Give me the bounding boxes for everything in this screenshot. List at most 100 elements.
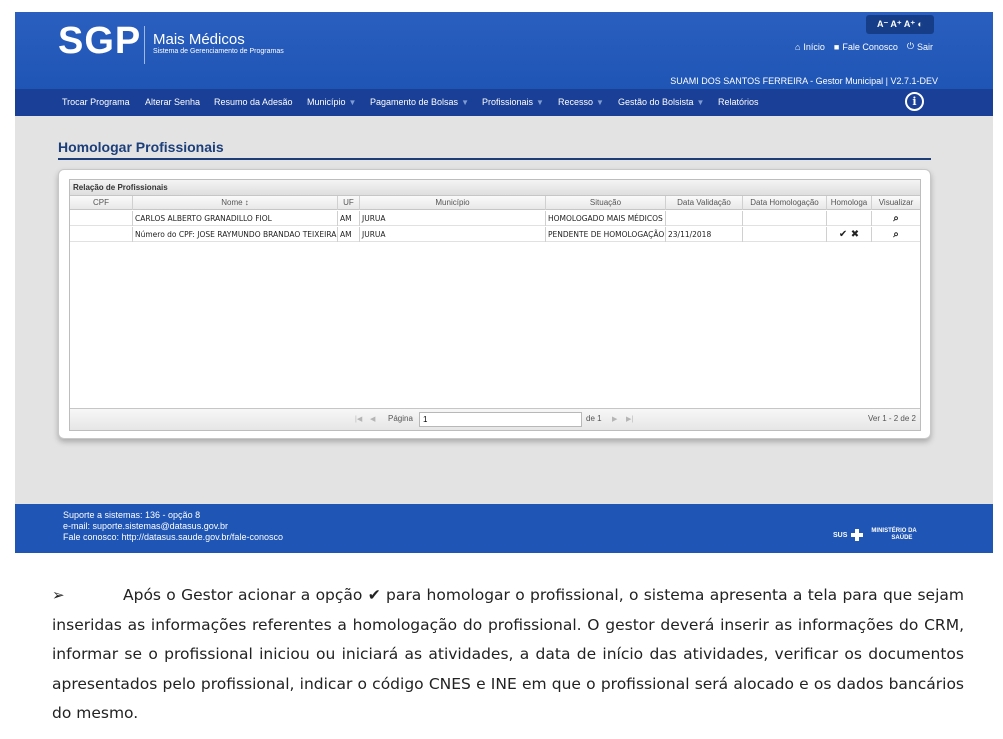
- brand-subtitle: Sistema de Gerenciamento de Programas: [153, 48, 284, 55]
- cell-situacao: HOMOLOGADO MAIS MÉDICOS: [546, 211, 666, 226]
- ministry-line1: MINISTÉRIO DA: [871, 528, 917, 534]
- grid-caption: Relação de Profissionais: [70, 180, 920, 196]
- cell-nome: Número do CPF: JOSE RAYMUNDO BRANDAO TEI…: [133, 227, 338, 242]
- grid-header-row: CPF Nome ↕ UF Município Situação Data Va…: [70, 196, 920, 210]
- homologa-actions[interactable]: ✔ ✖: [827, 227, 872, 242]
- page-count: de 1: [586, 414, 602, 423]
- nav-item-label: Município: [307, 97, 346, 107]
- search-icon[interactable]: ⌕: [872, 227, 920, 242]
- nav-item-label: Pagamento de Bolsas: [370, 97, 459, 107]
- cell-cpf: [70, 211, 133, 226]
- cell-nome: CARLOS ALBERTO GRANADILLO FIOL: [133, 211, 338, 226]
- cell-homologa: [827, 211, 872, 226]
- user-info: SUAMI DOS SANTOS FERREIRA - Gestor Munic…: [670, 76, 938, 86]
- info-icon[interactable]: i: [905, 92, 924, 111]
- professionals-grid: Relação de Profissionais CPF Nome ↕ UF M…: [69, 179, 921, 431]
- top-links: ⌂ Início ■ Fale Conosco ⏻ Sair: [795, 41, 933, 52]
- col-header-nome[interactable]: Nome ↕: [133, 196, 338, 210]
- grid-pager: |◀ ◀ Página de 1 ▶ ▶| Ver 1 - 2 de 2: [70, 408, 920, 430]
- cell-data-validacao: [666, 211, 743, 226]
- power-icon: ⏻: [906, 41, 914, 51]
- cell-data-validacao: 23/11/2018: [666, 227, 743, 242]
- ministry-line2: SAÚDE: [891, 535, 913, 541]
- bullet-icon: ➢: [52, 586, 65, 604]
- nav-item-recesso[interactable]: Recesso ▼: [558, 97, 604, 107]
- chevron-down-icon: ▼: [596, 98, 604, 107]
- app-footer: Suporte a sistemas: 136 - opção 8 e-mail…: [15, 504, 993, 553]
- nav-item-label: Profissionais: [482, 97, 534, 107]
- col-header-municipio[interactable]: Município: [360, 196, 546, 210]
- chevron-down-icon: ▼: [348, 98, 357, 107]
- nav-item-label: Alterar Senha: [145, 97, 201, 107]
- sus-logo: SUS MINISTÉRIO DA SAÚDE: [833, 528, 917, 542]
- ministry-logo: MINISTÉRIO DA SAÚDE: [871, 528, 916, 542]
- first-page-icon[interactable]: |◀: [355, 415, 362, 423]
- footer-support: Suporte a sistemas: 136 - opção 8: [63, 510, 201, 520]
- nav-item-alterar-senha[interactable]: Alterar Senha: [145, 97, 200, 107]
- home-link[interactable]: ⌂ Início: [795, 41, 825, 52]
- page-input[interactable]: [419, 412, 582, 427]
- page-title: Homologar Profissionais: [58, 139, 224, 155]
- logout-link-label: Sair: [916, 41, 933, 52]
- col-header-visualizar[interactable]: Visualizar: [872, 196, 920, 210]
- logout-link[interactable]: ⏻ Sair: [907, 41, 933, 52]
- footer-contact[interactable]: Fale conosco: http://datasus.saude.gov.b…: [63, 532, 283, 542]
- cell-data-homologacao: [743, 227, 827, 242]
- col-header-data-validacao[interactable]: Data Validação: [666, 196, 743, 210]
- home-link-label: Início: [803, 41, 825, 52]
- nav-item-label: Gestão do Bolsista: [618, 97, 694, 107]
- col-header-cpf[interactable]: CPF: [70, 196, 133, 210]
- nav-item-resumo-adesao[interactable]: Resumo da Adesão: [214, 97, 293, 107]
- nav-item-label: Recesso: [558, 97, 594, 107]
- main-content: Homologar Profissionais Relação de Profi…: [15, 116, 993, 504]
- col-header-uf[interactable]: UF: [338, 196, 360, 210]
- sgp-logo: SGP: [58, 20, 142, 62]
- nav-item-relatorios[interactable]: Relatórios: [718, 97, 759, 107]
- next-page-icon[interactable]: ▶: [612, 415, 617, 423]
- table-row[interactable]: Número do CPF: JOSE RAYMUNDO BRANDAO TEI…: [70, 227, 920, 242]
- accessibility-controls[interactable]: A⁻ A⁺ A⁺ ◐: [866, 15, 934, 34]
- page-label: Página: [388, 414, 413, 423]
- chat-icon: ■: [833, 41, 840, 52]
- cell-uf: AM: [338, 227, 360, 242]
- nav-item-label: Trocar Programa: [62, 97, 130, 107]
- nav-item-gestao-bolsista[interactable]: Gestão do Bolsista ▼: [618, 97, 704, 107]
- cell-cpf: [70, 227, 133, 242]
- chevron-down-icon: ▼: [536, 98, 544, 107]
- home-icon: ⌂: [794, 41, 801, 52]
- col-header-data-homologacao[interactable]: Data Homologação: [743, 196, 827, 210]
- grid-panel: Relação de Profissionais CPF Nome ↕ UF M…: [58, 169, 931, 439]
- title-divider: [58, 158, 931, 160]
- cell-data-homologacao: [743, 211, 827, 226]
- nav-item-municipio[interactable]: Município ▼: [307, 97, 356, 107]
- doc-paragraph: Após o Gestor acionar a opção ✔ para hom…: [52, 581, 964, 729]
- cell-municipio: JURUA: [360, 211, 546, 226]
- sus-label: SUS: [833, 531, 848, 539]
- nav-item-label: Resumo da Adesão: [214, 97, 293, 107]
- cell-uf: AM: [338, 211, 360, 226]
- footer-email[interactable]: e-mail: suporte.sistemas@datasus.gov.br: [63, 521, 228, 531]
- app-header: SGP Mais Médicos Sistema de Gerenciament…: [15, 12, 993, 89]
- paragraph-end: para homologar o profissional, o sistema…: [52, 586, 964, 722]
- col-header-situacao[interactable]: Situação: [546, 196, 666, 210]
- chevron-down-icon: ▼: [461, 98, 469, 107]
- nav-item-label: Relatórios: [718, 97, 759, 107]
- search-icon[interactable]: ⌕: [872, 211, 920, 226]
- col-header-homologa[interactable]: Homologa: [827, 196, 872, 210]
- nav-item-profissionais[interactable]: Profissionais ▼: [482, 97, 544, 107]
- logo-separator: [144, 26, 145, 64]
- plus-icon: [851, 529, 864, 541]
- last-page-icon[interactable]: ▶|: [626, 415, 633, 423]
- table-row[interactable]: CARLOS ALBERTO GRANADILLO FIOL AM JURUA …: [70, 211, 920, 226]
- main-nav: Trocar Programa Alterar Senha Resumo da …: [15, 89, 993, 116]
- chevron-down-icon: ▼: [696, 98, 705, 107]
- nav-item-pagamento-bolsas[interactable]: Pagamento de Bolsas ▼: [370, 97, 469, 107]
- document-text: ➢ Após o Gestor acionar a opção ✔ para h…: [52, 581, 964, 729]
- nav-item-trocar-programa[interactable]: Trocar Programa: [62, 97, 130, 107]
- cell-municipio: JURUA: [360, 227, 546, 242]
- paragraph-start: Após o Gestor acionar a opção: [123, 586, 363, 604]
- prev-page-icon[interactable]: ◀: [370, 415, 375, 423]
- contact-link[interactable]: ■ Fale Conosco: [834, 41, 898, 52]
- contact-link-label: Fale Conosco: [842, 41, 898, 52]
- brand-title: Mais Médicos: [153, 31, 245, 48]
